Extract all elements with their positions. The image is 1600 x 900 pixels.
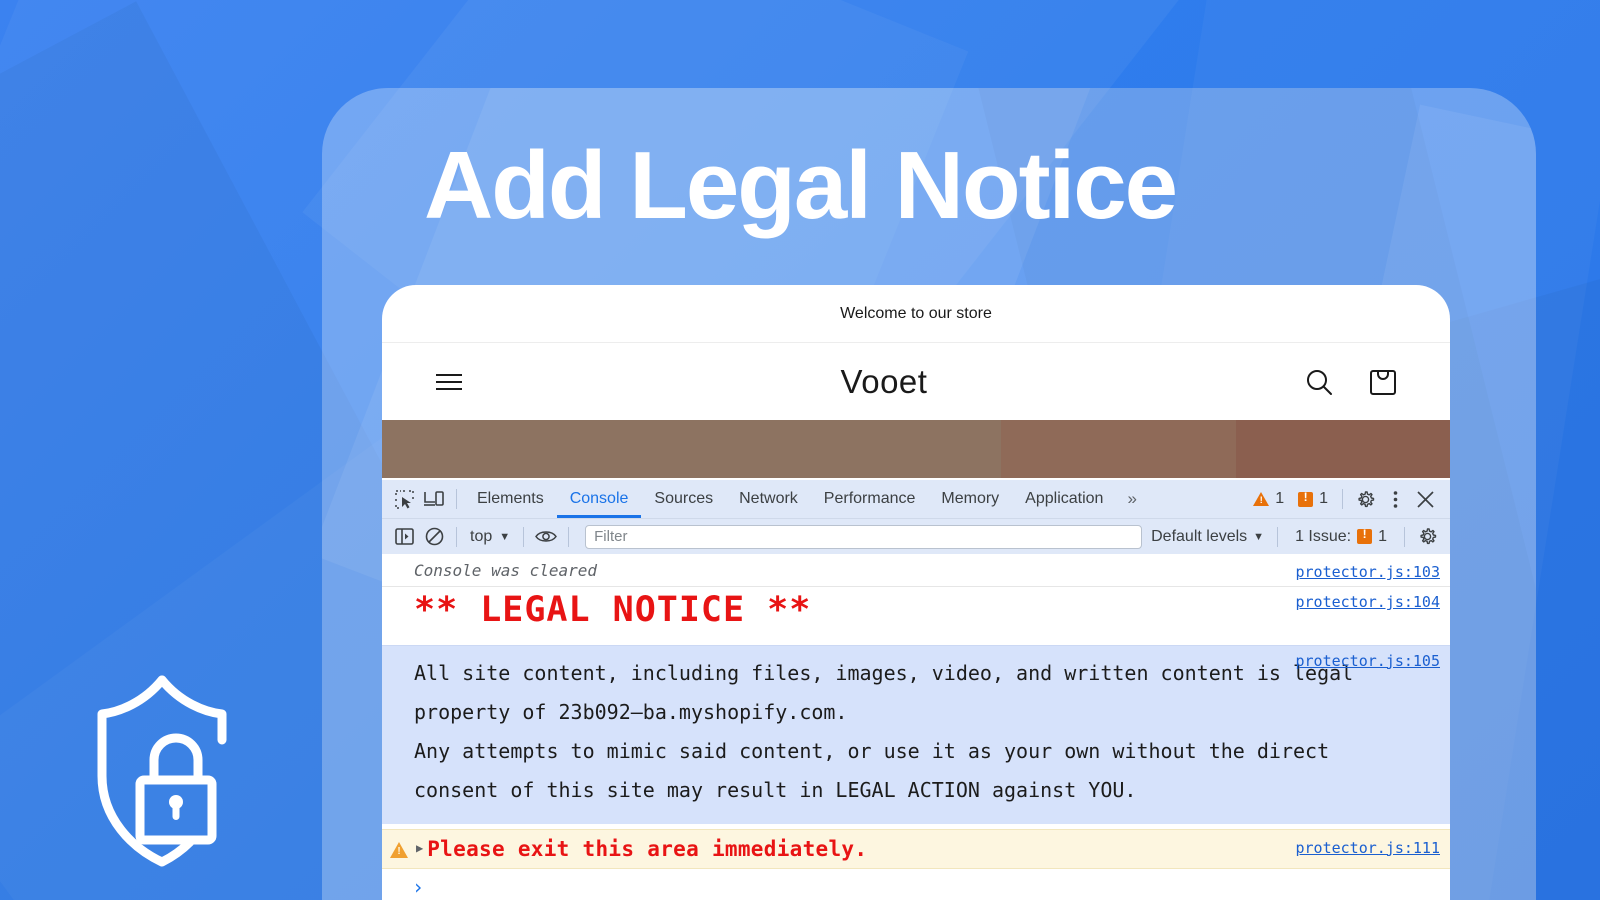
toolbar-divider <box>523 526 525 547</box>
store-header: Vooet <box>382 343 1450 420</box>
hero-band-segment <box>1236 420 1450 478</box>
search-icon[interactable] <box>1302 365 1336 399</box>
console-source-link[interactable]: protector.js:105 <box>1296 652 1441 670</box>
console-warning-text: Please exit this area immediately. <box>427 836 868 861</box>
toolbar-divider <box>568 526 570 547</box>
expand-arrow-icon[interactable]: ▶ <box>416 837 423 854</box>
error-square-icon <box>1357 527 1373 544</box>
store-name[interactable]: Vooet <box>466 363 1302 401</box>
shopping-bag-icon[interactable] <box>1366 365 1400 399</box>
more-vertical-icon[interactable] <box>1380 484 1410 514</box>
console-sidebar-icon[interactable] <box>389 522 419 552</box>
warning-triangle-icon <box>390 841 408 858</box>
shield-lock-icon <box>92 672 232 868</box>
tab-memory[interactable]: Memory <box>928 480 1012 518</box>
toolbar-divider <box>456 489 457 509</box>
close-icon[interactable] <box>1410 484 1440 514</box>
warning-count-badge[interactable]: 1 <box>1246 490 1291 508</box>
console-filter-input[interactable]: Filter <box>585 524 1143 549</box>
devtools-panel: Elements Console Sources Network Perform… <box>382 480 1450 900</box>
issues-count: 1 <box>1378 527 1387 545</box>
tab-elements[interactable]: Elements <box>464 480 557 518</box>
error-count-badge[interactable]: 1 <box>1291 490 1335 508</box>
console-source-link[interactable]: protector.js:103 <box>1296 563 1441 581</box>
warning-count-value: 1 <box>1275 490 1285 507</box>
console-source-link[interactable]: protector.js:111 <box>1296 839 1441 857</box>
console-row-legal-body[interactable]: All site content, including files, image… <box>382 644 1450 824</box>
tab-network[interactable]: Network <box>726 480 811 518</box>
toolbar-divider <box>1404 526 1405 547</box>
chevron-down-icon: ▼ <box>1253 530 1265 543</box>
chevron-down-icon: ▼ <box>499 530 511 543</box>
clear-console-icon[interactable] <box>419 522 449 552</box>
console-row-warning[interactable]: ▶ Please exit this area immediately. pro… <box>382 828 1450 869</box>
log-levels-select[interactable]: Default levels ▼ <box>1151 528 1270 546</box>
execution-context-value: top <box>470 527 493 545</box>
devtools-tabbar: Elements Console Sources Network Perform… <box>382 480 1450 518</box>
toolbar-divider <box>1342 489 1343 509</box>
hero-band-segment <box>382 420 1002 478</box>
gear-icon[interactable] <box>1350 484 1380 514</box>
console-row-cleared[interactable]: Console was cleared protector.js:103 <box>382 555 1450 587</box>
inspect-element-icon[interactable] <box>389 484 419 514</box>
store-hero-image <box>382 420 1450 478</box>
console-legal-body-line: Any attempts to mimic said content, or u… <box>414 738 1330 763</box>
log-levels-value: Default levels <box>1151 527 1248 545</box>
announcement-text: Welcome to our store <box>840 304 992 322</box>
device-toolbar-icon[interactable] <box>419 484 449 514</box>
tab-sources[interactable]: Sources <box>641 480 726 518</box>
store-announcement-bar: Welcome to our store <box>382 285 1450 343</box>
error-square-icon <box>1298 490 1314 507</box>
page-title: Add Legal Notice <box>423 132 1178 239</box>
console-legal-body-line: property of 23b092—ba.myshopify.com. <box>414 699 848 724</box>
console-row-gutter <box>382 837 416 858</box>
console-legal-body: All site content, including files, image… <box>414 654 1450 810</box>
console-toolbar: top ▼ Filter Default levels ▼ 1 Issue: !… <box>382 518 1450 554</box>
toolbar-divider <box>1277 526 1279 547</box>
live-expression-icon[interactable] <box>531 522 561 552</box>
console-message-list[interactable]: Console was cleared protector.js:103 ** … <box>382 555 1450 900</box>
console-legal-body-line: All site content, including files, image… <box>414 660 1354 685</box>
tab-performance[interactable]: Performance <box>811 480 929 518</box>
filter-placeholder: Filter <box>594 528 628 545</box>
warning-triangle-icon <box>1253 492 1270 506</box>
console-legal-body-line: consent of this site may result in LEGAL… <box>414 777 1137 802</box>
toolbar-divider <box>456 526 457 547</box>
console-row-legal-notice[interactable]: ** LEGAL NOTICE ** protector.js:104 <box>382 587 1450 639</box>
browser-panel: Welcome to our store Vooet Elements Cons… <box>382 285 1450 900</box>
console-prompt[interactable]: › <box>382 869 1450 900</box>
console-settings-gear-icon[interactable] <box>1412 522 1442 552</box>
issues-chip[interactable]: 1 Issue: 1 <box>1285 527 1397 546</box>
page-root: Add Legal Notice Welcome to our store Vo… <box>0 0 1600 900</box>
error-count-value: 1 <box>1319 490 1328 507</box>
issues-label: 1 Issue: <box>1295 527 1352 545</box>
console-source-link[interactable]: protector.js:104 <box>1296 593 1441 611</box>
prompt-caret-icon: › <box>412 874 425 899</box>
tab-console[interactable]: Console <box>557 480 642 518</box>
hamburger-menu-icon[interactable] <box>432 365 466 399</box>
hero-band-segment <box>1001 420 1237 478</box>
execution-context-select[interactable]: top ▼ <box>464 528 516 546</box>
tab-application[interactable]: Application <box>1012 480 1116 518</box>
more-tabs-icon[interactable]: » <box>1116 480 1147 518</box>
